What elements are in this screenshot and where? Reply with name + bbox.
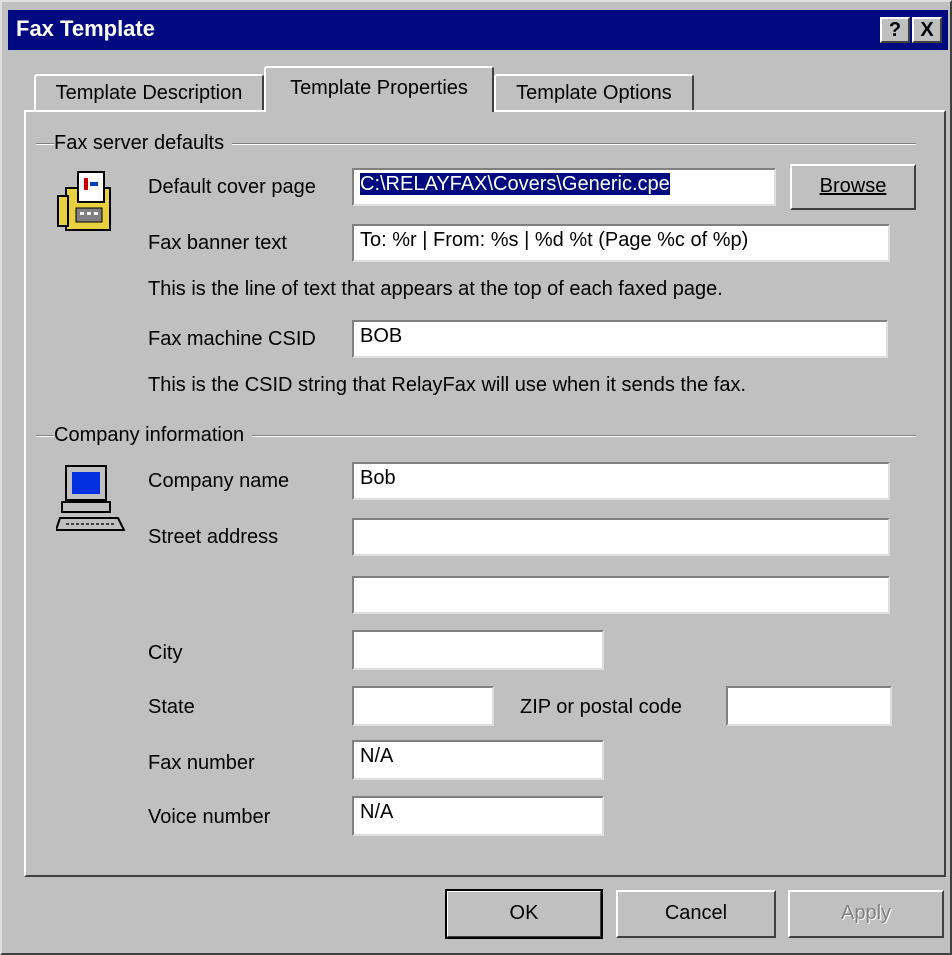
street-address-input-2[interactable] — [352, 576, 890, 614]
city-label: City — [148, 642, 183, 664]
fax-number-label: Fax number — [148, 752, 255, 774]
apply-button[interactable]: Apply — [788, 890, 944, 938]
tab-template-properties[interactable]: Template Properties — [264, 66, 494, 112]
fax-number-input[interactable]: N/A — [352, 740, 604, 780]
tab-template-options[interactable]: Template Options — [494, 74, 694, 112]
company-name-label: Company name — [148, 470, 290, 492]
cancel-button[interactable]: Cancel — [616, 890, 776, 938]
fax-machine-icon — [57, 171, 111, 231]
tab-template-description[interactable]: Template Description — [34, 74, 264, 112]
title-bar[interactable]: Fax Template ? X — [8, 10, 948, 50]
browse-button[interactable]: Browse — [790, 164, 916, 210]
city-input[interactable] — [352, 630, 604, 670]
zip-input[interactable] — [726, 686, 892, 726]
csid-label: Fax machine CSID — [148, 328, 316, 350]
cover-page-label: Default cover page — [148, 176, 316, 198]
ok-button[interactable]: OK — [445, 889, 603, 939]
state-input[interactable] — [352, 686, 494, 726]
street-address-input-1[interactable] — [352, 518, 890, 556]
voice-number-input[interactable]: N/A — [352, 796, 604, 836]
street-address-label: Street address — [148, 526, 279, 548]
cover-page-input[interactable]: C:\RELAYFAX\Covers\Generic.cpe — [352, 168, 776, 206]
csid-input[interactable]: BOB — [352, 320, 888, 358]
fax-template-dialog: Fax Template ? X Template Description Te… — [0, 0, 952, 955]
fax-defaults-group-label: Fax server defaults — [54, 132, 233, 155]
zip-label: ZIP or postal code — [520, 696, 682, 718]
company-name-input[interactable]: Bob — [352, 462, 890, 500]
csid-hint-text: This is the CSID string that RelayFax wi… — [148, 374, 747, 396]
banner-text-label: Fax banner text — [148, 232, 287, 254]
banner-hint-text: This is the line of text that appears at… — [148, 278, 723, 300]
window-title: Fax Template — [16, 16, 155, 41]
company-group-label: Company information — [54, 424, 253, 447]
voice-number-label: Voice number — [148, 806, 271, 828]
close-button[interactable]: X — [912, 17, 942, 43]
banner-text-input[interactable]: To: %r | From: %s | %d %t (Page %c of %p… — [352, 224, 890, 262]
state-label: State — [148, 696, 195, 718]
tab-panel-template-properties: Fax server defaults Default cover page C… — [24, 110, 946, 877]
help-button[interactable]: ? — [880, 17, 910, 43]
computer-icon — [56, 465, 126, 531]
